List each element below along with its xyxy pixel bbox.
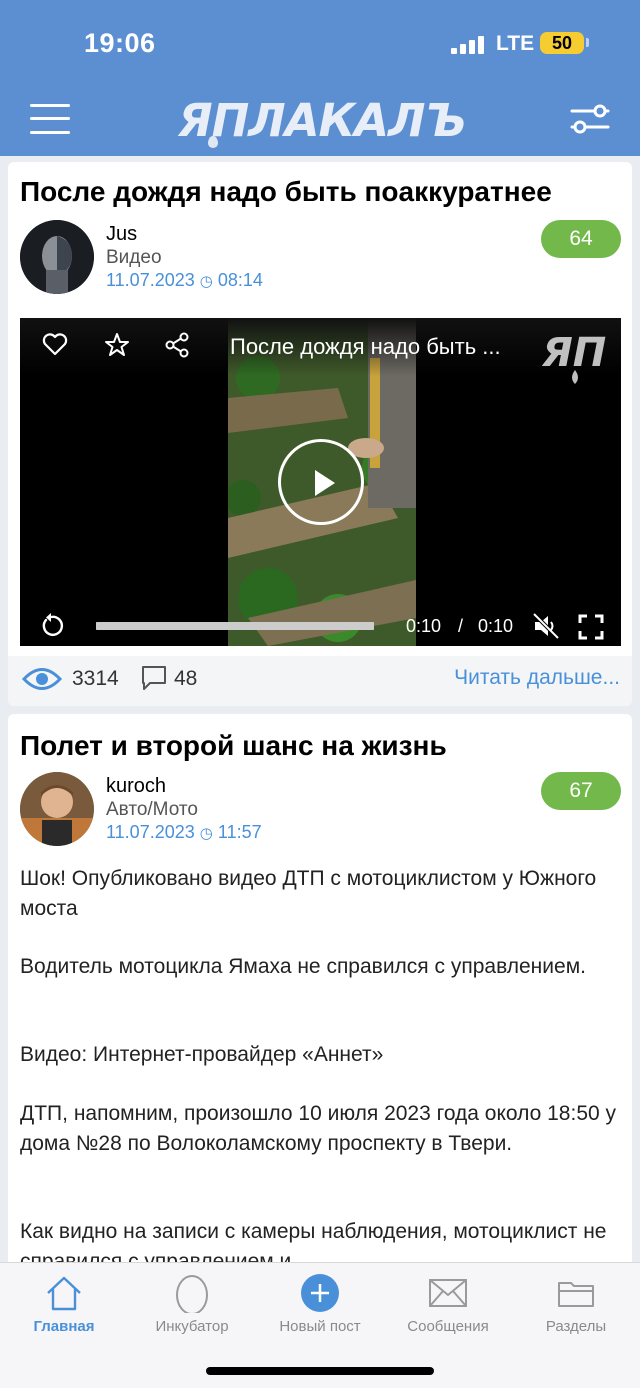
play-button[interactable] — [278, 439, 364, 525]
plus-icon — [301, 1274, 339, 1312]
sliders-icon — [570, 104, 610, 134]
tab-label: Разделы — [545, 1318, 607, 1335]
tab-sections[interactable]: Разделы — [512, 1263, 640, 1353]
post-time: 11:57 — [217, 822, 262, 842]
author-name[interactable]: Jus — [106, 223, 137, 246]
video-total-time: 0:10 — [478, 616, 514, 636]
battery-cap — [586, 38, 589, 47]
tab-home[interactable]: Главная — [0, 1263, 128, 1353]
rating-badge[interactable]: 67 — [541, 772, 621, 810]
bottom-tab-bar: Главная Инкубатор Новый пост Сообщения Р… — [0, 1262, 640, 1388]
video-title[interactable]: После дождя надо быть ... — [230, 334, 501, 360]
post-title[interactable]: После дождя надо быть поаккуратнее — [20, 176, 552, 208]
post-title[interactable]: Полет и второй шанс на жизнь — [20, 730, 447, 762]
post-paragraph: ДТП, напомним, произошло 10 июля 2023 го… — [20, 1102, 617, 1155]
replay-icon[interactable] — [38, 613, 64, 639]
network-label: LTE — [496, 32, 535, 55]
post-date: 11.07.2023 — [106, 270, 195, 290]
avatar-image — [20, 772, 94, 846]
avatar-image — [20, 220, 94, 294]
share-icon[interactable] — [164, 332, 190, 358]
rating-badge[interactable]: 64 — [541, 220, 621, 258]
heart-icon[interactable] — [42, 332, 68, 358]
video-time-separator: / — [458, 616, 464, 636]
video-progress-fill — [96, 622, 374, 630]
logo-drop-icon — [208, 136, 218, 148]
fullscreen-icon[interactable] — [578, 614, 604, 640]
post-datetime: 11.07.2023 ◷ 11:57 — [106, 822, 262, 843]
tab-label: Инкубатор — [155, 1318, 229, 1335]
post-card: После дождя надо быть поаккуратнее Jus В… — [8, 162, 632, 706]
video-progress-bar[interactable] — [96, 622, 374, 630]
comments-count[interactable]: 48 — [174, 667, 197, 691]
menu-button[interactable] — [30, 102, 70, 136]
avatar[interactable] — [20, 220, 94, 294]
post-paragraph: Водитель мотоцикла Ямаха не справился с … — [20, 955, 586, 978]
status-time: 19:06 — [84, 28, 156, 58]
post-time: 08:14 — [217, 270, 263, 290]
eye-icon — [22, 668, 62, 690]
author-name[interactable]: kuroch — [106, 775, 166, 798]
video-current-time: 0:10 — [406, 616, 442, 636]
tab-label: Сообщения — [407, 1318, 489, 1335]
post-category[interactable]: Авто/Мото — [106, 799, 198, 821]
mute-icon[interactable] — [532, 612, 560, 640]
signal-icon — [451, 34, 485, 54]
site-logo[interactable]: ЯПЛАКАЛЪ — [178, 94, 467, 148]
star-icon[interactable] — [104, 332, 130, 358]
tab-label: Новый пост — [279, 1318, 361, 1335]
tab-label: Главная — [33, 1318, 95, 1335]
top-bar: 19:06 LTE 50 ЯПЛАКАЛЪ — [0, 0, 640, 156]
tab-messages[interactable]: Сообщения — [384, 1263, 512, 1353]
post-datetime: 11.07.2023 ◷ 08:14 — [106, 270, 263, 291]
envelope-icon — [429, 1279, 467, 1307]
home-icon — [47, 1276, 81, 1311]
logo-text: ЯПЛАКАЛЪ — [178, 94, 467, 147]
read-more-link[interactable]: Читать дальше... — [454, 666, 620, 690]
tab-incubator[interactable]: Инкубатор — [128, 1263, 256, 1353]
folder-icon — [558, 1282, 594, 1307]
avatar[interactable] — [20, 772, 94, 846]
watermark-logo-icon: ЯП — [542, 330, 606, 384]
tab-new-post[interactable]: Новый пост — [256, 1263, 384, 1353]
svg-text:ЯП: ЯП — [542, 330, 606, 376]
post-date: 11.07.2023 — [106, 822, 195, 842]
views-count: 3314 — [72, 667, 119, 690]
home-indicator — [206, 1367, 434, 1375]
post-stats-bar: 3314 48 Читать дальше... — [8, 656, 632, 706]
post-paragraph: Видео: Интернет-провайдер «Аннет» — [20, 1043, 384, 1066]
post-category[interactable]: Видео — [106, 247, 162, 269]
clock-icon: ◷ — [199, 825, 213, 842]
clock-icon: ◷ — [199, 273, 213, 290]
comment-icon[interactable] — [140, 664, 168, 692]
video-player[interactable]: После дождя надо быть ... ЯП 0:10 / 0:10 — [20, 318, 621, 646]
filter-button[interactable] — [570, 102, 610, 136]
battery-icon: 50 — [540, 32, 584, 54]
egg-icon — [176, 1275, 208, 1313]
post-paragraph: Шок! Опубликовано видео ДТП с мотоциклис… — [20, 867, 597, 920]
